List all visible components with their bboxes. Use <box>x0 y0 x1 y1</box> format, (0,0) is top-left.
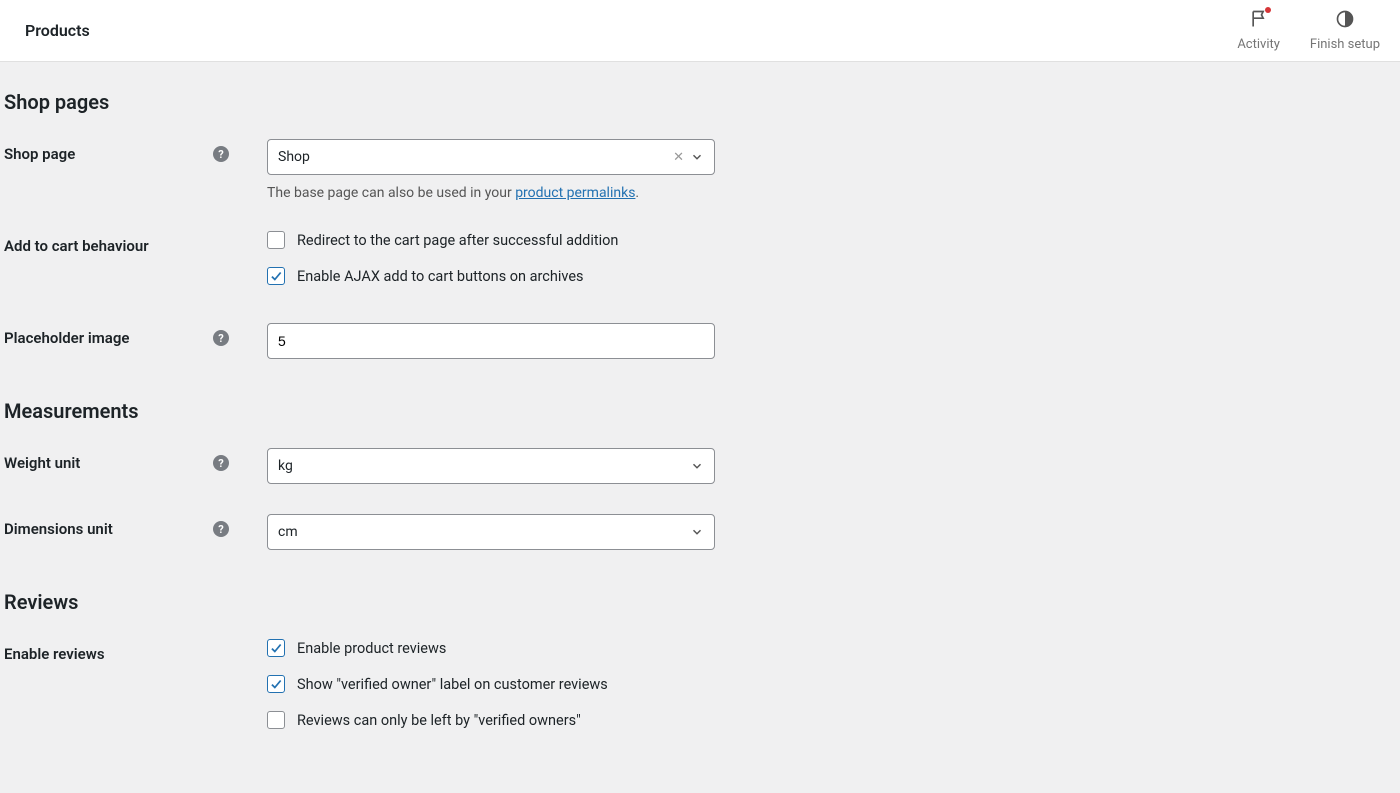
product-reviews-option: Enable product reviews <box>267 639 608 657</box>
verified-label-checkbox[interactable] <box>267 675 285 693</box>
half-circle-icon <box>1335 9 1355 33</box>
ajax-checkbox[interactable] <box>267 267 285 285</box>
label-col: Enable reviews <box>4 639 241 663</box>
enable-reviews-label: Enable reviews <box>4 645 105 663</box>
chevron-down-icon <box>690 459 704 473</box>
redirect-option: Redirect to the cart page after successf… <box>267 231 618 249</box>
activity-button[interactable]: Activity <box>1237 9 1280 52</box>
row-add-to-cart: Add to cart behaviour Redirect to the ca… <box>4 231 1396 303</box>
row-dimensions-unit: Dimensions unit ? cm <box>4 514 1396 550</box>
verified-only-checkbox[interactable] <box>267 711 285 729</box>
shop-page-value: Shop <box>278 149 673 165</box>
help-icon[interactable]: ? <box>213 521 229 537</box>
field-col: cm <box>241 514 721 550</box>
verified-label-option: Show "verified owner" label on customer … <box>267 675 608 693</box>
chevron-down-icon[interactable] <box>690 150 704 164</box>
placeholder-image-label: Placeholder image <box>4 329 129 347</box>
page-title: Products <box>20 21 90 40</box>
help-icon[interactable]: ? <box>213 330 229 346</box>
row-shop-page: Shop page ? Shop ✕ The base page can als… <box>4 139 1396 201</box>
shop-page-label: Shop page <box>4 145 75 163</box>
label-col: Shop page ? <box>4 139 241 163</box>
section-reviews: Reviews <box>4 590 1396 614</box>
section-shop-pages: Shop pages <box>4 90 1396 114</box>
section-measurements: Measurements <box>4 399 1396 423</box>
redirect-label: Redirect to the cart page after successf… <box>297 232 618 249</box>
ajax-option: Enable AJAX add to cart buttons on archi… <box>267 267 618 285</box>
clear-icon[interactable]: ✕ <box>673 150 684 165</box>
product-permalinks-link[interactable]: product permalinks <box>515 185 635 201</box>
finish-setup-button[interactable]: Finish setup <box>1310 9 1380 52</box>
label-col: Dimensions unit ? <box>4 514 241 538</box>
help-icon[interactable]: ? <box>213 146 229 162</box>
weight-unit-label: Weight unit <box>4 454 80 472</box>
dimensions-unit-select[interactable]: cm <box>267 514 715 550</box>
ajax-label: Enable AJAX add to cart buttons on archi… <box>297 268 584 285</box>
field-col <box>241 323 721 359</box>
redirect-checkbox[interactable] <box>267 231 285 249</box>
field-col: kg <box>241 448 721 484</box>
top-bar: Products Activity Finish setup <box>0 0 1400 62</box>
helper-prefix: The base page can also be used in your <box>267 185 515 201</box>
row-placeholder-image: Placeholder image ? <box>4 323 1396 359</box>
field-col: Enable product reviews Show "verified ow… <box>241 639 608 747</box>
verified-label-label: Show "verified owner" label on customer … <box>297 676 608 693</box>
weight-unit-select[interactable]: kg <box>267 448 715 484</box>
flag-icon <box>1249 9 1269 33</box>
verified-only-option: Reviews can only be left by "verified ow… <box>267 711 608 729</box>
dimensions-unit-label: Dimensions unit <box>4 520 113 538</box>
topbar-actions: Activity Finish setup <box>1237 9 1380 52</box>
product-reviews-checkbox[interactable] <box>267 639 285 657</box>
help-icon[interactable]: ? <box>213 455 229 471</box>
placeholder-image-input[interactable] <box>267 323 715 359</box>
content: Shop pages Shop page ? Shop ✕ The base p… <box>0 62 1400 793</box>
helper-suffix: . <box>635 185 639 201</box>
shop-page-select[interactable]: Shop ✕ <box>267 139 715 175</box>
verified-only-label: Reviews can only be left by "verified ow… <box>297 712 581 729</box>
row-enable-reviews: Enable reviews Enable product reviews Sh… <box>4 639 1396 747</box>
label-col: Add to cart behaviour <box>4 231 241 255</box>
label-col: Weight unit ? <box>4 448 241 472</box>
shop-page-helper: The base page can also be used in your p… <box>267 185 721 201</box>
finish-setup-label: Finish setup <box>1310 37 1380 52</box>
label-col: Placeholder image ? <box>4 323 241 347</box>
chevron-down-icon <box>690 525 704 539</box>
add-to-cart-label: Add to cart behaviour <box>4 237 149 255</box>
product-reviews-label: Enable product reviews <box>297 640 446 657</box>
field-col: Shop ✕ The base page can also be used in… <box>241 139 721 201</box>
weight-unit-value: kg <box>278 458 690 474</box>
activity-label: Activity <box>1237 37 1280 52</box>
row-weight-unit: Weight unit ? kg <box>4 448 1396 484</box>
field-col: Redirect to the cart page after successf… <box>241 231 618 303</box>
notification-dot-icon <box>1265 7 1271 13</box>
dimensions-unit-value: cm <box>278 524 690 540</box>
